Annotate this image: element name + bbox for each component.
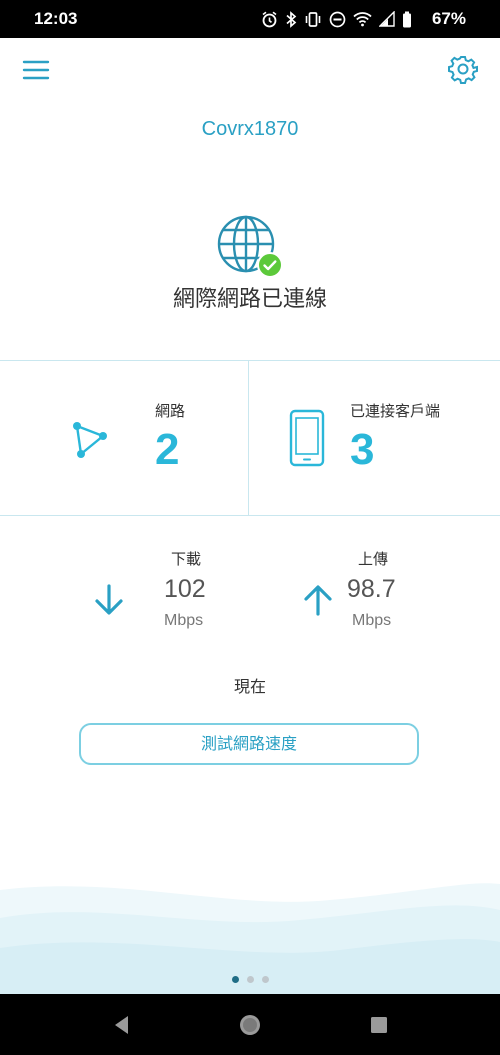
wifi-icon bbox=[353, 12, 372, 27]
speed-test-button[interactable]: 測試網路速度 bbox=[79, 723, 419, 765]
clients-count: 3 bbox=[350, 425, 375, 474]
battery-icon bbox=[403, 11, 411, 27]
status-bar: 12:03 67% bbox=[0, 0, 500, 38]
page-indicator bbox=[0, 976, 500, 983]
do-not-disturb-icon bbox=[329, 11, 346, 27]
recents-button[interactable] bbox=[364, 1010, 394, 1040]
stats-panel: 網路 2 已連接客戶端 3 bbox=[0, 360, 500, 516]
network-label: 網路 bbox=[155, 402, 186, 420]
gear-icon bbox=[448, 56, 478, 84]
connection-status-text: 網際網路已連線 bbox=[172, 287, 327, 312]
status-time: 12:03 bbox=[34, 9, 78, 28]
bluetooth-icon bbox=[286, 10, 297, 28]
page-dot-2[interactable] bbox=[246, 976, 254, 983]
home-circle-icon bbox=[240, 1015, 260, 1035]
battery-percent: 67% bbox=[431, 9, 466, 28]
page-dot-3[interactable] bbox=[261, 976, 269, 983]
back-button[interactable] bbox=[107, 1010, 137, 1040]
internet-status-graphic bbox=[216, 214, 284, 282]
upload-label: 上傳 bbox=[358, 550, 389, 568]
status-icons bbox=[261, 10, 412, 28]
upload-speed: 上傳 98.7 Mbps bbox=[347, 548, 427, 638]
app-bar bbox=[0, 38, 500, 108]
network-count: 2 bbox=[155, 425, 180, 474]
mesh-network-icon bbox=[73, 422, 107, 458]
download-speed: 下載 102 Mbps bbox=[164, 548, 244, 638]
arrow-down-icon bbox=[95, 584, 123, 615]
home-button[interactable] bbox=[235, 1010, 265, 1040]
clients-label: 已連接客戶端 bbox=[350, 402, 441, 420]
hamburger-menu-icon bbox=[22, 60, 50, 80]
upload-value: 98.7 bbox=[347, 575, 396, 603]
clients-stat-card[interactable]: 已連接客戶端 3 bbox=[249, 361, 500, 515]
system-nav-bar bbox=[0, 994, 500, 1055]
phone-icon bbox=[289, 409, 325, 467]
signal-icon bbox=[379, 11, 395, 27]
upload-unit: Mbps bbox=[352, 612, 392, 629]
recents-square-icon bbox=[371, 1017, 387, 1033]
check-badge-icon bbox=[257, 252, 283, 278]
arrow-up-icon bbox=[304, 585, 332, 616]
timeframe-label: 現在 bbox=[233, 677, 266, 696]
download-value: 102 bbox=[164, 575, 206, 603]
network-stat-card[interactable]: 網路 2 bbox=[0, 361, 248, 515]
page-dot-1[interactable] bbox=[231, 976, 239, 983]
device-name: Covrx1870 bbox=[201, 118, 299, 140]
back-triangle-icon bbox=[115, 1016, 128, 1034]
settings-button[interactable] bbox=[448, 54, 478, 84]
download-unit: Mbps bbox=[164, 612, 204, 629]
vibrate-icon bbox=[305, 11, 321, 27]
alarm-icon bbox=[262, 11, 277, 27]
download-label: 下載 bbox=[171, 550, 202, 568]
menu-button[interactable] bbox=[22, 56, 50, 84]
